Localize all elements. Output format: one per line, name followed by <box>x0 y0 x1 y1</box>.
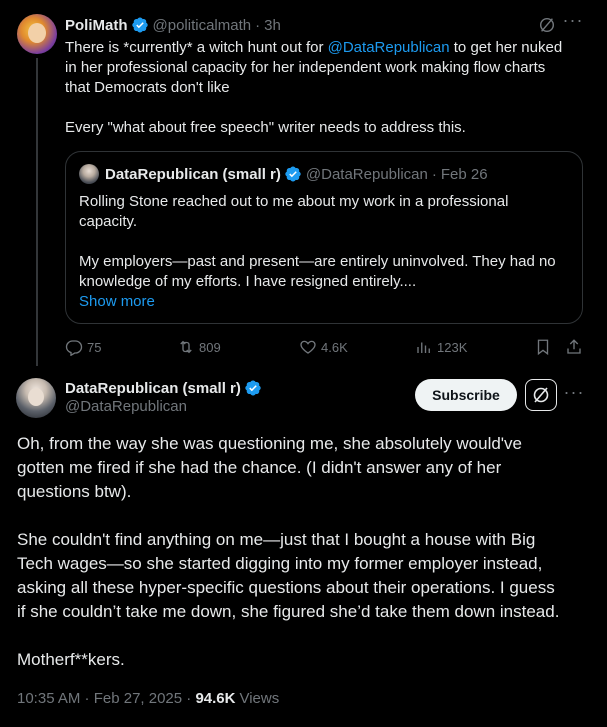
bookmark-icon <box>537 339 549 356</box>
parent-tweet[interactable]: PoliMath @politicalmath · 3h ··· There i… <box>0 0 607 370</box>
like-count: 4.6K <box>321 339 348 355</box>
grok-icon <box>533 387 549 403</box>
quoted-author-handle: @DataRepublican <box>305 165 428 183</box>
mention-link[interactable]: @DataRepublican <box>328 39 450 56</box>
views-label: Views <box>239 689 280 707</box>
main-tweet-text: Oh, from the way she was questioning me,… <box>17 432 592 672</box>
grok-button[interactable] <box>525 379 557 411</box>
quoted-tweet[interactable]: DataRepublican (small r) @DataRepublican… <box>65 151 583 324</box>
author-name[interactable]: DataRepublican (small r) <box>65 380 241 397</box>
tweet-time[interactable]: 3h <box>264 17 281 34</box>
views-button[interactable]: 123K <box>415 337 467 357</box>
show-more-link[interactable]: Show more <box>79 292 574 312</box>
tweet-text-line: Motherf**kers. <box>17 650 125 669</box>
tweet-thread: PoliMath @politicalmath · 3h ··· There i… <box>0 0 607 727</box>
avatar[interactable] <box>16 378 56 418</box>
tweet-text-line: She couldn't find anything on me—just th… <box>17 530 536 549</box>
repost-count: 809 <box>199 339 221 355</box>
quoted-tweet-header: DataRepublican (small r) @DataRepublican… <box>79 164 488 184</box>
subscribe-button[interactable]: Subscribe <box>415 379 517 411</box>
thread-connector <box>36 58 38 366</box>
reply-button[interactable]: 75 <box>65 337 101 357</box>
separator-dot: · <box>255 16 261 34</box>
parent-tweet-header: PoliMath @politicalmath · 3h <box>65 15 281 35</box>
tweet-text-line: in her professional capacity for her ind… <box>65 59 546 76</box>
repost-button[interactable]: 809 <box>177 337 221 357</box>
text-segment: to get her nuked <box>449 39 563 56</box>
reply-count: 75 <box>87 339 102 355</box>
repost-icon <box>180 340 192 354</box>
quote-text-line: My employers—past and present—are entire… <box>79 253 556 270</box>
quoted-tweet-text: Rolling Stone reached out to me about my… <box>79 192 574 312</box>
tweet-metadata: 10:35 AM · Feb 27, 2025 · 94.6K Views <box>17 688 279 708</box>
quoted-author-name: DataRepublican (small r) <box>105 165 281 183</box>
share-icon <box>567 339 581 354</box>
views-icon <box>417 342 430 353</box>
like-icon <box>300 340 316 354</box>
tweet-text-line: Tech wages—so she started digging into m… <box>17 554 543 573</box>
author-handle[interactable]: @DataRepublican <box>65 398 187 415</box>
quote-text-line: knowledge of my efforts. I have resigned… <box>79 273 417 290</box>
more-icon[interactable]: ··· <box>562 11 584 34</box>
quote-text-line: capacity. <box>79 213 138 230</box>
quoted-tweet-date: Feb 26 <box>440 165 488 183</box>
view-count: 94.6K <box>195 689 236 707</box>
parent-tweet-text: There is *currently* a witch hunt out fo… <box>65 38 575 138</box>
tweet-text-line: questions btw). <box>17 482 132 501</box>
like-button[interactable]: 4.6K <box>299 337 348 357</box>
tweet-text-line: There is *currently* a witch hunt out fo… <box>65 38 575 58</box>
quote-text-line: Rolling Stone reached out to me about my… <box>79 193 509 210</box>
grok-icon[interactable] <box>538 16 556 34</box>
tweet-text-line: Every "what about free speech" writer ne… <box>65 119 466 136</box>
share-button[interactable] <box>565 337 587 357</box>
author-name[interactable]: PoliMath <box>65 17 128 34</box>
tweet-text-line: that Democrats don't like <box>65 79 230 96</box>
author-handle[interactable]: @politicalmath <box>153 17 252 34</box>
avatar <box>79 164 99 184</box>
bookmark-button[interactable] <box>534 337 556 357</box>
verified-badge-icon <box>285 166 301 182</box>
views-count: 123K <box>437 339 468 355</box>
more-icon[interactable]: ··· <box>563 383 585 406</box>
tweet-actions: 75 809 4.6K 123K <box>65 337 585 357</box>
reply-icon <box>65 340 83 356</box>
tweet-text-line: if she couldn’t take me down, she figure… <box>17 602 560 621</box>
main-tweet-header: DataRepublican (small r) <box>65 378 262 398</box>
tweet-text-line: asking all these hyper-specific question… <box>17 578 555 597</box>
tweet-timestamp[interactable]: 10:35 AM · Feb 27, 2025 · <box>17 690 195 707</box>
verified-badge-icon <box>245 380 261 396</box>
text-segment: There is *currently* a witch hunt out fo… <box>65 39 328 56</box>
avatar[interactable] <box>17 14 57 54</box>
verified-badge-icon <box>131 17 148 33</box>
separator-dot: · <box>431 165 437 183</box>
tweet-text-line: Oh, from the way she was questioning me,… <box>17 434 523 453</box>
tweet-text-line: gotten me fired if she had the chance. (… <box>17 458 502 477</box>
